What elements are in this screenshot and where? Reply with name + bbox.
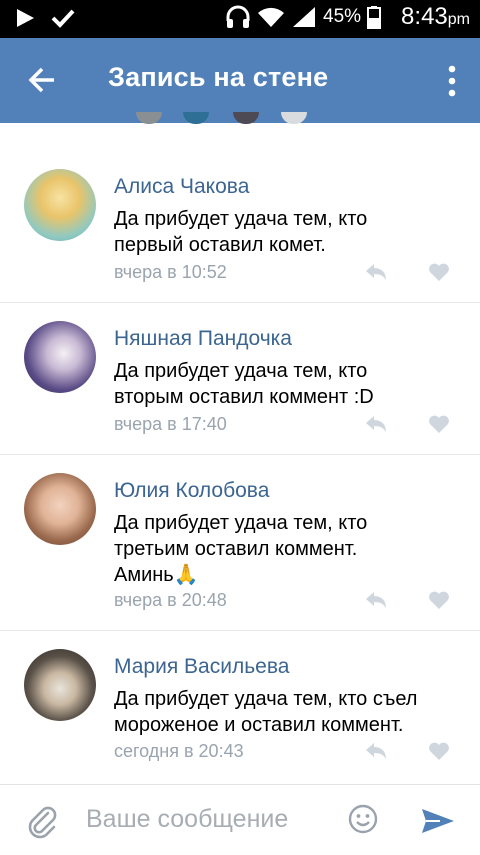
comment-author[interactable]: Мария Васильева xyxy=(114,655,289,679)
send-icon[interactable] xyxy=(420,807,456,835)
comment-date: вчера в 10:52 xyxy=(114,262,227,282)
comment-text: Да прибудет удача тем, кто съел морожено… xyxy=(114,686,454,738)
battery-percent: 45% xyxy=(323,6,362,27)
comment-text-line: Да прибудет удача тем, кто съел xyxy=(114,688,418,710)
comment-text-line: Аминь🙏 xyxy=(114,564,199,586)
play-icon xyxy=(17,9,34,27)
paperclip-icon[interactable] xyxy=(26,803,58,839)
page-title: Запись на стене xyxy=(108,62,329,92)
comment-text-line: вторым оставил коммент :D xyxy=(114,386,374,408)
heart-icon[interactable] xyxy=(428,262,450,282)
more-options-icon[interactable] xyxy=(446,64,458,98)
comment-date: вчера в 20:48 xyxy=(114,590,227,610)
comment-text: Да прибудет удача тем, кто первый остави… xyxy=(114,206,454,258)
comment-item: Мария Васильева Да прибудет удача тем, к… xyxy=(0,631,480,783)
battery-icon xyxy=(367,6,382,29)
status-right-icons: 45% 8:43pm xyxy=(225,3,470,31)
reply-icon[interactable] xyxy=(364,414,388,434)
back-arrow-icon[interactable] xyxy=(22,60,62,100)
comment-item: Юлия Колобова Да прибудет удача тем, кто… xyxy=(0,455,480,630)
comment-text-line: Да прибудет удача тем, кто xyxy=(114,360,368,382)
message-input[interactable] xyxy=(86,801,326,837)
app-toolbar: Запись на стене xyxy=(0,38,480,123)
comment-text-line: Да прибудет удача тем, кто xyxy=(114,208,368,230)
comment-item: Няшная Пандочка Да прибудет удача тем, к… xyxy=(0,303,480,454)
comment-text: Да прибудет удача тем, кто вторым остави… xyxy=(114,358,454,410)
status-bar: 45% 8:43pm xyxy=(0,0,480,38)
headphones-icon xyxy=(226,5,250,28)
avatar[interactable] xyxy=(24,321,96,393)
avatar[interactable] xyxy=(24,649,96,721)
reply-icon[interactable] xyxy=(364,262,388,282)
avatar[interactable] xyxy=(24,169,96,241)
comment-item: Алиса Чакова Да прибудет удача тем, кто … xyxy=(0,124,480,302)
heart-icon[interactable] xyxy=(428,414,450,434)
comment-text: Да прибудет удача тем, кто третьим остав… xyxy=(114,510,454,588)
status-left-icons xyxy=(14,7,76,29)
comment-author[interactable]: Алиса Чакова xyxy=(114,175,249,199)
reply-icon[interactable] xyxy=(364,741,388,761)
comment-date: вчера в 17:40 xyxy=(114,414,227,434)
comment-date: сегодня в 20:43 xyxy=(114,741,244,761)
smile-icon[interactable] xyxy=(348,804,378,834)
comment-author[interactable]: Няшная Пандочка xyxy=(114,327,292,351)
clock-ampm: pm xyxy=(447,11,470,28)
comment-text-line: третьим оставил коммент. xyxy=(114,538,358,560)
comment-text-line: первый оставил комет. xyxy=(114,234,326,256)
comment-text-line: Да прибудет удача тем, кто xyxy=(114,512,368,534)
check-icon xyxy=(51,9,75,28)
message-composer xyxy=(0,784,480,855)
clock-time: 8:43 xyxy=(401,3,448,30)
wifi-icon xyxy=(258,7,285,27)
comment-author[interactable]: Юлия Колобова xyxy=(114,479,269,503)
heart-icon[interactable] xyxy=(428,590,450,610)
clock: 8:43pm xyxy=(401,3,470,31)
comment-text-line: мороженое и оставил коммент. xyxy=(114,714,404,736)
avatar[interactable] xyxy=(24,473,96,545)
signal-icon xyxy=(293,7,316,27)
heart-icon[interactable] xyxy=(428,741,450,761)
reply-icon[interactable] xyxy=(364,590,388,610)
